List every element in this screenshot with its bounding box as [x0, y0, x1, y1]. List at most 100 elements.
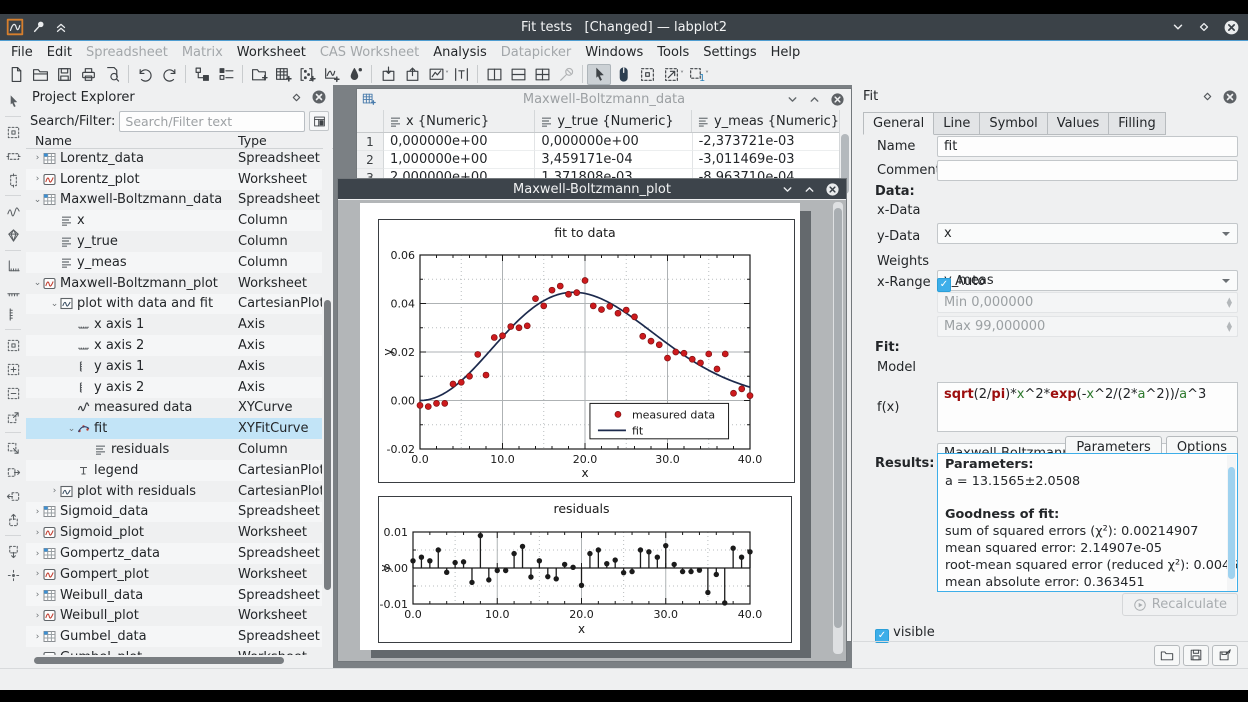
tree-expander-icon[interactable]: ⌄ — [66, 424, 77, 434]
tree-row-fit[interactable]: ⌄fitXYFitCurve — [26, 418, 322, 439]
menu-analysis[interactable]: Analysis — [426, 43, 494, 62]
pan-down-tool-button[interactable] — [2, 540, 24, 562]
spreadsheet-column-header[interactable]: y_true {Numeric} — [535, 110, 692, 132]
search-filter-input[interactable] — [119, 111, 305, 132]
tree-expander-icon[interactable]: › — [32, 611, 43, 621]
spreadsheet-row[interactable]: 21,000000e+003,459171e-04-3,011469e-03 — [357, 151, 840, 169]
export-button[interactable] — [400, 64, 424, 85]
menu-windows[interactable]: Windows — [578, 43, 650, 62]
pan-up-tool-button[interactable] — [2, 509, 24, 531]
menu-help[interactable]: Help — [764, 43, 808, 62]
worksheet-vertical-scrollbar[interactable] — [833, 202, 843, 654]
close-icon[interactable] — [1223, 19, 1240, 36]
print-button[interactable] — [76, 64, 100, 85]
float-panel-icon[interactable] — [1201, 90, 1214, 103]
tree-expander-icon[interactable]: › — [32, 528, 43, 538]
tree-row-lorentz-plot[interactable]: ›Lorentz_plotWorksheet — [26, 169, 322, 190]
new-worksheet-button[interactable] — [319, 64, 343, 85]
tab-filling[interactable]: Filling — [1109, 112, 1165, 135]
tree-row-measured-data[interactable]: measured dataXYCurve — [26, 398, 322, 419]
tree-row-residuals[interactable]: residualsColumn — [26, 439, 322, 460]
spreadsheet-cell[interactable]: 0,000000e+00 — [384, 133, 535, 151]
name-input[interactable] — [937, 136, 1238, 157]
spreadsheet-cell[interactable]: -2,373721e-03 — [693, 133, 840, 151]
crop-x-tool-button[interactable] — [2, 145, 24, 167]
pan-left-tool-button[interactable] — [2, 485, 24, 507]
spreadsheet-cell[interactable]: 3,459171e-04 — [535, 151, 692, 169]
explorer-horizontal-scrollbar[interactable] — [28, 656, 320, 665]
spreadsheet-window-titlebar[interactable]: Maxwell-Boltzmann_data — [357, 89, 851, 109]
column-header-type[interactable]: Type — [238, 133, 267, 148]
tree-expander-icon[interactable]: › — [32, 590, 43, 600]
pan-ne-tool-button[interactable] — [2, 406, 24, 428]
worksheet-view[interactable]: fit to data0.010.020.030.040.0-0.020.000… — [338, 200, 846, 661]
gem-tool-button[interactable] — [2, 224, 24, 246]
curve-zigzag-tool-button[interactable] — [2, 200, 24, 222]
nudge-tool-button[interactable] — [2, 564, 24, 586]
tab-values[interactable]: Values — [1048, 112, 1109, 135]
toggle-project-explorer-button[interactable] — [190, 64, 214, 85]
new-folder-button[interactable] — [247, 64, 271, 85]
spreadsheet-cell[interactable]: 1,000000e+00 — [384, 151, 535, 169]
maximize-window-icon[interactable] — [803, 183, 816, 196]
zoom-select-tool-button[interactable] — [2, 121, 24, 143]
save-project-button[interactable] — [52, 64, 76, 85]
import-button[interactable] — [376, 64, 400, 85]
axis-left-tool-button[interactable] — [2, 303, 24, 325]
tree-expander-icon[interactable]: › — [32, 153, 43, 163]
tree-expander-icon[interactable]: › — [49, 486, 60, 496]
tree-row-weibull-data[interactable]: ›Weibull_dataSpreadsheet — [26, 585, 322, 606]
toggle-properties-explorer-button[interactable] — [214, 64, 238, 85]
tree-expander-icon[interactable]: › — [32, 507, 43, 517]
close-panel-icon[interactable] — [1222, 89, 1238, 105]
tree-row-plot-with-data-and-fit[interactable]: ⌄plot with data and fitCartesianPlot — [26, 294, 322, 315]
split-vertical-button[interactable] — [482, 64, 506, 85]
tree-row-y-meas[interactable]: y_measColumn — [26, 252, 322, 273]
min-spinbox[interactable]: Min 0,000000 ▲▼ — [937, 292, 1238, 313]
tree-row-x-axis-1[interactable]: x axis 1Axis — [26, 314, 322, 335]
minimize-window-icon[interactable] — [781, 183, 794, 196]
presenter-mode-dropdown-icon[interactable]: ˅ — [705, 70, 709, 79]
auto-checkbox[interactable]: ✓ Auto — [937, 274, 985, 292]
tree-expander-icon[interactable]: › — [32, 653, 43, 655]
fit-to-data-plot[interactable]: fit to data0.010.020.030.040.0-0.020.000… — [378, 219, 795, 483]
results-scrollbar[interactable] — [1227, 455, 1236, 592]
tree-row-weibull-plot[interactable]: ›Weibull_plotWorksheet — [26, 606, 322, 627]
float-panel-icon[interactable] — [290, 91, 303, 104]
explorer-vertical-scrollbar[interactable] — [323, 148, 332, 655]
spreadsheet-cell[interactable]: -3,011469e-03 — [693, 151, 840, 169]
minimize-window-icon[interactable] — [786, 93, 799, 106]
pan-se-tool-button[interactable] — [2, 437, 24, 459]
tree-row-sigmoid-plot[interactable]: ›Sigmoid_plotWorksheet — [26, 522, 322, 543]
spreadsheet-column-header[interactable]: y_meas {Numeric} — [692, 110, 840, 132]
maximize-window-icon[interactable] — [808, 93, 821, 106]
cursor-arrow-tool-button[interactable] — [2, 90, 24, 112]
tree-row-maxwell-boltzmann-plot[interactable]: ⌄Maxwell-Boltzmann_plotWorksheet — [26, 273, 322, 294]
zoom-select-tool-button[interactable] — [2, 334, 24, 356]
tree-row-lorentz-data[interactable]: ›Lorentz_dataSpreadsheet — [26, 148, 322, 169]
new-matrix-button[interactable] — [295, 64, 319, 85]
max-spinbox[interactable]: Max 99,000000 ▲▼ — [937, 316, 1238, 337]
axis-bottom-tool-button[interactable] — [2, 279, 24, 301]
menu-tools[interactable]: Tools — [650, 43, 696, 62]
results-box[interactable]: Parameters:a = 13.1565±2.0508 Goodness o… — [937, 453, 1238, 592]
column-header-name[interactable]: Name — [26, 133, 238, 148]
restore-icon[interactable] — [1197, 20, 1211, 34]
save-template-button[interactable] — [1183, 645, 1209, 666]
tab-line[interactable]: Line — [934, 112, 980, 135]
tree-expander-icon[interactable]: › — [32, 632, 43, 642]
tree-row-legend[interactable]: legendCartesianPlotL — [26, 460, 322, 481]
tree-row-sigmoid-data[interactable]: ›Sigmoid_dataSpreadsheet — [26, 502, 322, 523]
tab-symbol[interactable]: Symbol — [980, 112, 1047, 135]
tree-row-plot-with-residuals[interactable]: ›plot with residualsCartesianPlot — [26, 481, 322, 502]
print-preview-button[interactable] — [100, 64, 124, 85]
tree-expander-icon[interactable]: ⌄ — [32, 195, 43, 205]
recalculate-button[interactable]: Recalculate — [1122, 593, 1238, 616]
open-project-button[interactable] — [28, 64, 52, 85]
zoom-out-box-tool-button[interactable] — [2, 382, 24, 404]
tree-row-maxwell-boltzmann-data[interactable]: ⌄Maxwell-Boltzmann_dataSpreadsheet — [26, 190, 322, 211]
tree-row-y-true[interactable]: y_trueColumn — [26, 231, 322, 252]
residuals-plot[interactable]: residuals0.010.020.030.040.0-0.010.000.0… — [378, 496, 792, 643]
tree-expander-icon[interactable]: › — [32, 569, 43, 579]
undo-button[interactable] — [133, 64, 157, 85]
